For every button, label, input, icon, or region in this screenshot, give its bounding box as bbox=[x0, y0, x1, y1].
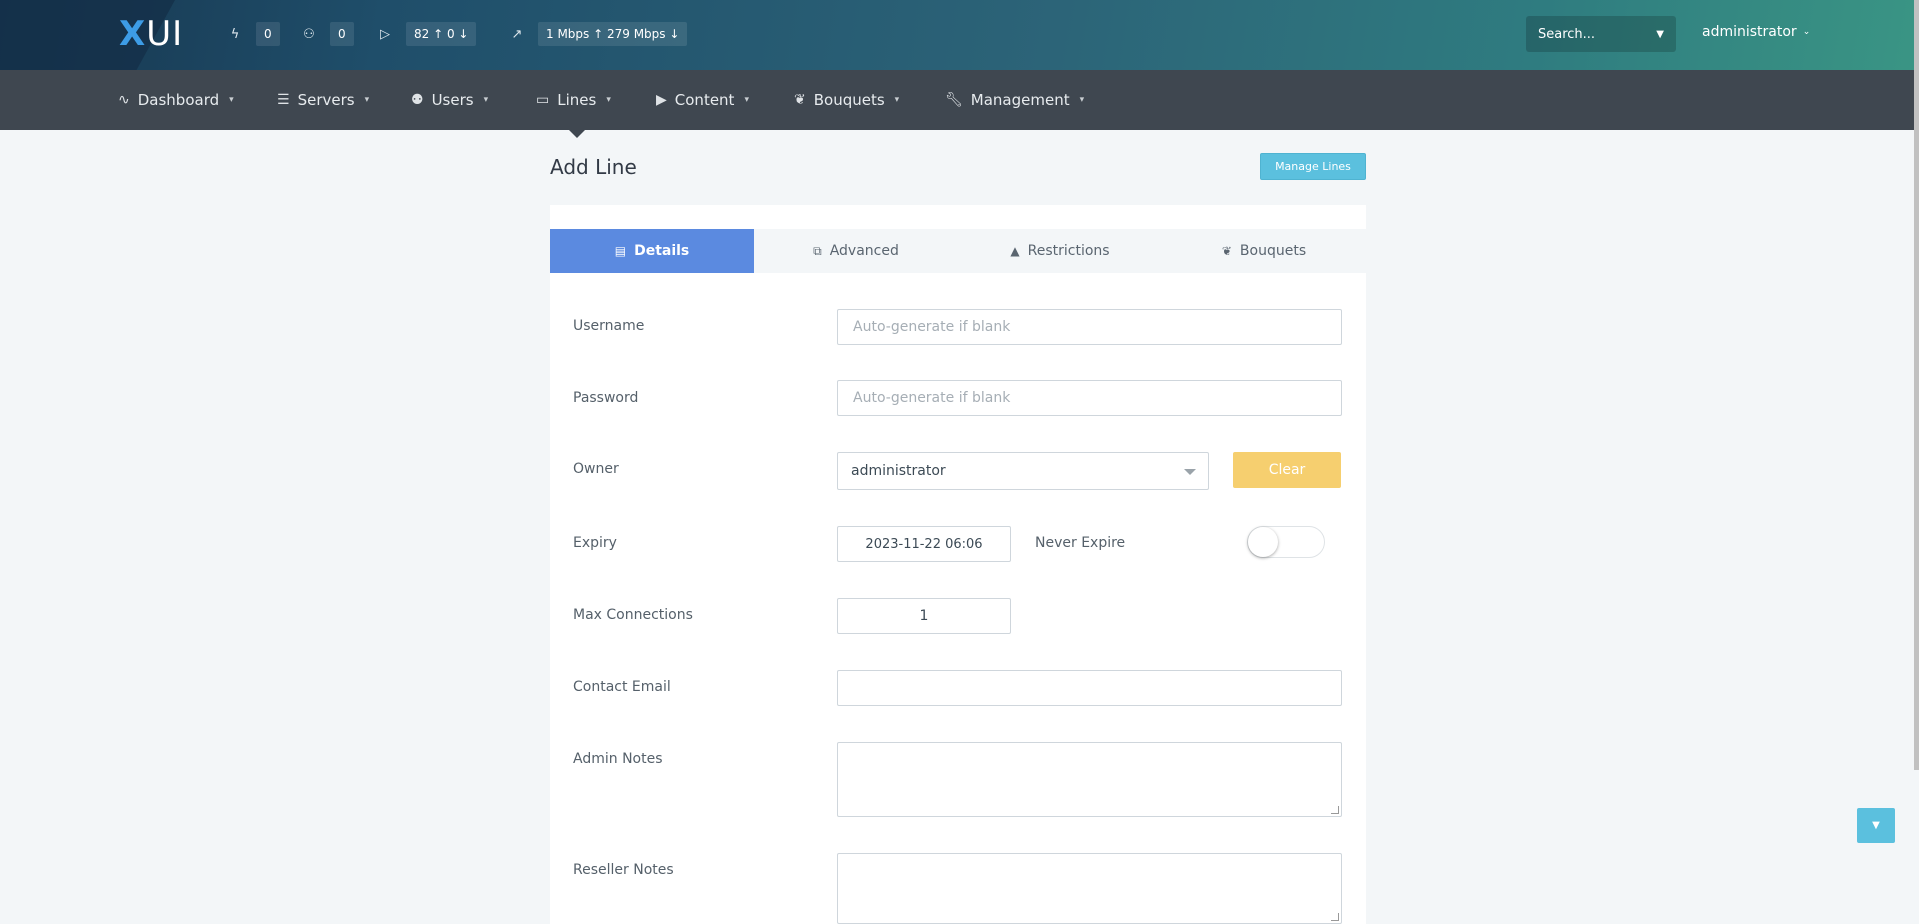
search-input[interactable]: Search... ▼ bbox=[1526, 16, 1676, 52]
nav-management[interactable]: 🔧︎ Management ▾ bbox=[945, 70, 1084, 130]
password-label: Password bbox=[573, 390, 639, 406]
stat-bandwidth[interactable]: ↗ 1 Mbps ↑ 279 Mbps ↓ bbox=[506, 22, 688, 46]
reseller-notes-label: Reseller Notes bbox=[573, 862, 674, 878]
page-title: Add Line bbox=[550, 155, 637, 179]
chevron-down-icon: ▼ bbox=[1656, 28, 1664, 40]
resize-handle[interactable] bbox=[1331, 913, 1339, 921]
cog-box-icon: ⧉ bbox=[813, 243, 822, 258]
users-icon: ⚉ bbox=[411, 92, 424, 108]
chevron-down-icon bbox=[1184, 469, 1196, 475]
tab-details[interactable]: ▤ Details bbox=[550, 229, 754, 273]
nav-content[interactable]: ▶ Content ▾ bbox=[656, 70, 749, 130]
play-icon: ▶ bbox=[656, 92, 667, 108]
contact-email-label: Contact Email bbox=[573, 679, 671, 695]
bouquet-icon: ❦ bbox=[1221, 244, 1232, 258]
users-icon: ⚇ bbox=[303, 26, 315, 42]
contact-email-input[interactable] bbox=[837, 670, 1342, 706]
scroll-down-button[interactable]: ▼ bbox=[1857, 808, 1895, 843]
admin-notes-label: Admin Notes bbox=[573, 751, 663, 767]
chevron-down-icon: ▾ bbox=[1079, 95, 1085, 105]
toggle-knob bbox=[1248, 527, 1278, 557]
chevron-down-icon: ▾ bbox=[894, 95, 900, 105]
admin-notes-textarea[interactable] bbox=[837, 742, 1342, 817]
bolt-icon: ϟ bbox=[230, 26, 240, 42]
stat-streams[interactable]: ▷ 82 ↑ 0 ↓ bbox=[374, 22, 477, 46]
chevron-down-icon: ▾ bbox=[744, 95, 749, 105]
clear-owner-button[interactable]: Clear bbox=[1233, 452, 1341, 488]
monitor-icon: ▭ bbox=[536, 92, 550, 108]
tab-advanced[interactable]: ⧉ Advanced bbox=[754, 229, 958, 273]
chevron-down-icon: ▾ bbox=[606, 95, 611, 105]
chevron-down-icon: ▾ bbox=[364, 95, 370, 105]
never-expire-toggle[interactable] bbox=[1247, 526, 1325, 558]
page-scrollbar[interactable] bbox=[1914, 0, 1919, 770]
tab-restrictions[interactable]: ▲ Restrictions bbox=[958, 229, 1162, 273]
top-header: XUI ϟ 0 ⚇ 0 ▷ 82 ↑ 0 ↓ ↗ 1 Mbps ↑ 279 Mb… bbox=[0, 0, 1919, 70]
owner-label: Owner bbox=[573, 461, 619, 477]
wrench-icon: 🔧︎ bbox=[945, 92, 963, 108]
chevron-down-icon: ▾ bbox=[229, 95, 234, 105]
tab-bar: ▤ Details ⧉ Advanced ▲ Restrictions ❦ Bo… bbox=[550, 229, 1366, 273]
chevron-down-icon: ▾ bbox=[483, 95, 489, 105]
chevron-down-icon: ⌄ bbox=[1802, 27, 1811, 37]
bouquet-icon: ❦ bbox=[794, 92, 806, 108]
max-connections-input[interactable]: 1 bbox=[837, 598, 1011, 634]
stat-users[interactable]: ⚇ 0 bbox=[298, 22, 354, 46]
nav-users[interactable]: ⚉ Users ▾ bbox=[411, 70, 488, 130]
expiry-label: Expiry bbox=[573, 535, 617, 551]
nav-dashboard[interactable]: ∿ Dashboard ▾ bbox=[118, 70, 234, 130]
nav-lines[interactable]: ▭ Lines ▾ bbox=[536, 70, 611, 130]
resize-handle[interactable] bbox=[1331, 806, 1339, 814]
max-connections-label: Max Connections bbox=[573, 607, 693, 623]
nav-servers[interactable]: ☰ Servers ▾ bbox=[277, 70, 369, 130]
tab-bouquets[interactable]: ❦ Bouquets bbox=[1162, 229, 1366, 273]
play-icon: ▷ bbox=[380, 26, 390, 42]
server-icon: ☰ bbox=[277, 92, 290, 108]
caret-down-icon: ▼ bbox=[1872, 820, 1880, 831]
never-expire-label: Never Expire bbox=[1035, 535, 1126, 551]
password-input[interactable]: Auto-generate if blank bbox=[837, 380, 1342, 416]
warning-icon: ▲ bbox=[1010, 244, 1020, 258]
app-logo[interactable]: XUI bbox=[119, 14, 183, 54]
manage-lines-button[interactable]: Manage Lines bbox=[1260, 153, 1366, 180]
main-nav: ∿ Dashboard ▾ ☰ Servers ▾ ⚉ Users ▾ ▭ Li… bbox=[0, 70, 1919, 130]
id-card-icon: ▤ bbox=[614, 244, 627, 258]
reseller-notes-textarea[interactable] bbox=[837, 853, 1342, 924]
pulse-icon: ∿ bbox=[118, 92, 130, 108]
nav-bouquets[interactable]: ❦ Bouquets ▾ bbox=[794, 70, 899, 130]
trend-icon: ↗ bbox=[511, 26, 523, 42]
owner-select[interactable]: administrator bbox=[837, 452, 1209, 490]
stat-connections[interactable]: ϟ 0 bbox=[224, 22, 280, 46]
username-label: Username bbox=[573, 318, 645, 334]
expiry-date-input[interactable]: 2023-11-22 06:06 bbox=[837, 526, 1011, 562]
user-menu[interactable]: administrator ⌄ bbox=[1702, 24, 1810, 40]
active-nav-indicator bbox=[569, 130, 585, 138]
username-input[interactable]: Auto-generate if blank bbox=[837, 309, 1342, 345]
